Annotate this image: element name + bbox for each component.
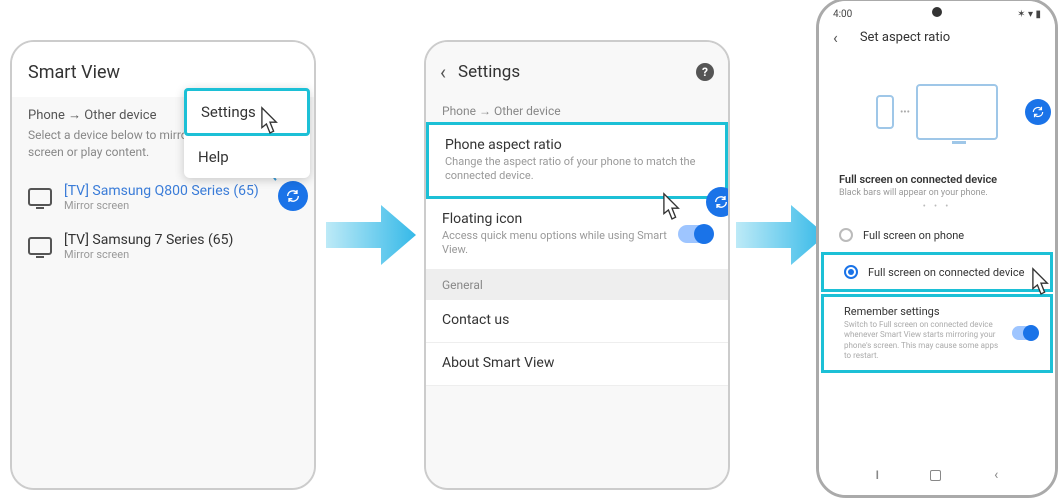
device-name: [TV] Samsung Q800 Series (65) <box>64 183 259 199</box>
illustration: ••• <box>819 57 1055 167</box>
tv-icon <box>28 188 52 206</box>
phone-settings: ‹ Settings ? Phone → Other device Phone … <box>424 40 730 490</box>
nav-recent-icon[interactable]: ||| <box>876 470 877 481</box>
option-label: Full screen on phone <box>863 229 964 242</box>
section-label: Phone → Other device <box>426 96 728 122</box>
pointer-icon <box>256 106 284 142</box>
item-desc: Access quick menu options while using Sm… <box>442 229 712 258</box>
radio-option-phone[interactable]: Full screen on phone <box>819 218 1055 252</box>
tv-icon <box>28 237 52 255</box>
item-desc: Change the aspect ratio of your phone to… <box>445 155 709 184</box>
refresh-fab[interactable] <box>706 187 730 217</box>
aspect-title: Set aspect ratio <box>860 30 950 45</box>
help-icon[interactable]: ? <box>696 63 714 81</box>
illustration-phone-icon <box>876 95 894 129</box>
camera-notch <box>932 7 942 17</box>
item-title: About Smart View <box>442 355 712 371</box>
overflow-menu: Settings Help <box>184 88 310 178</box>
phone-aspect-ratio: 4:00 ✶ ▾ ▮ ‹ Set aspect ratio ••• Full s… <box>816 0 1058 498</box>
refresh-fab[interactable] <box>1025 99 1051 125</box>
radio-off-icon <box>839 228 853 242</box>
back-icon[interactable]: ‹ <box>833 28 838 47</box>
settings-item-about[interactable]: About Smart View <box>426 343 728 386</box>
menu-item-settings[interactable]: Settings <box>184 88 310 136</box>
pointer-icon <box>1027 267 1055 303</box>
phone-smart-view: Smart View Settings Help Phone → Other d… <box>10 40 316 490</box>
option-label: Full screen on connected device <box>868 266 1024 279</box>
pointer-icon <box>658 192 686 228</box>
item-title: Contact us <box>442 312 712 328</box>
dots-icon: ••• <box>900 107 910 118</box>
arrow-right-icon <box>736 200 826 270</box>
section-label: General <box>426 270 728 300</box>
nav-back-icon[interactable]: ‹ <box>994 467 998 483</box>
radio-option-device[interactable]: Full screen on connected device <box>821 252 1053 292</box>
toggle-on-icon[interactable] <box>1012 326 1038 340</box>
settings-item-aspect[interactable]: Phone aspect ratio Change the aspect rat… <box>426 122 728 199</box>
illustration-tv-icon <box>916 84 998 140</box>
status-time: 4:00 <box>833 9 852 20</box>
remember-settings[interactable]: Remember settings Switch to Full screen … <box>821 294 1053 373</box>
settings-item-contact[interactable]: Contact us <box>426 300 728 343</box>
device-row[interactable]: [TV] Samsung 7 Series (65) Mirror screen <box>12 222 314 271</box>
nav-home-icon[interactable] <box>930 470 941 481</box>
device-row[interactable]: [TV] Samsung Q800 Series (65) Mirror scr… <box>12 173 314 222</box>
item-title: Phone aspect ratio <box>445 137 709 153</box>
remember-desc: Switch to Full screen on connected devic… <box>844 320 1030 362</box>
device-name: [TV] Samsung 7 Series (65) <box>64 232 233 248</box>
remember-title: Remember settings <box>844 305 1030 318</box>
back-icon[interactable]: ‹ <box>440 60 446 84</box>
arrow-right-icon <box>326 200 416 270</box>
radio-on-icon <box>844 265 858 279</box>
settings-title: Settings <box>458 62 696 82</box>
device-sub: Mirror screen <box>64 199 259 212</box>
status-icons: ✶ ▾ ▮ <box>1017 9 1041 20</box>
device-sub: Mirror screen <box>64 248 233 261</box>
menu-item-help[interactable]: Help <box>184 136 310 178</box>
refresh-fab[interactable] <box>278 181 308 211</box>
info-desc: Black bars will appear on your phone. <box>819 188 1055 202</box>
info-title: Full screen on connected device <box>819 167 1055 188</box>
nav-bar: ||| ‹ <box>819 461 1055 489</box>
pager-dots-icon: • • • <box>819 202 1055 218</box>
